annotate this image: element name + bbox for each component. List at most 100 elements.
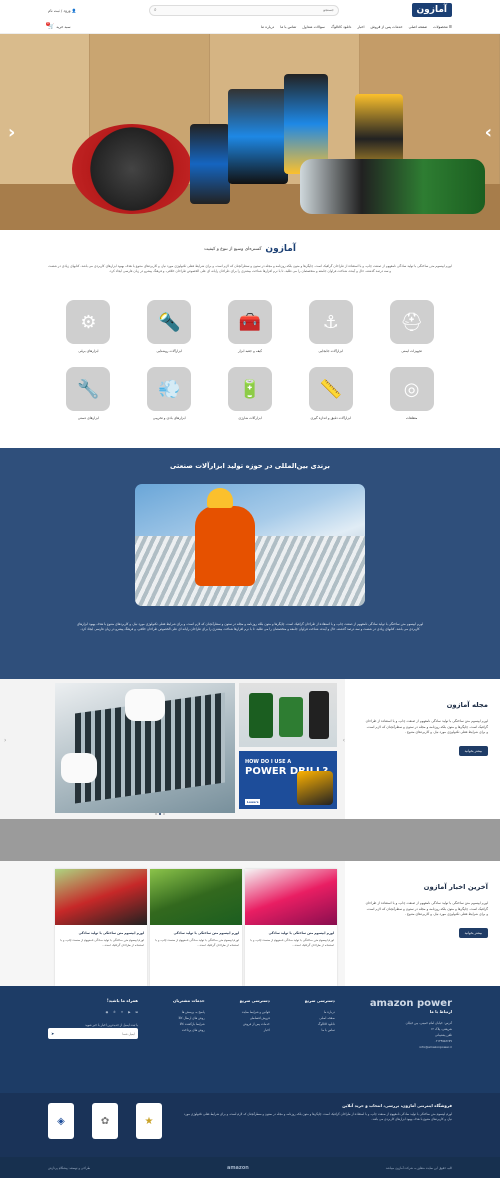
news-card[interactable]: لورم ایپسوم متن ساختگی با تولید سادگی لو…	[245, 869, 337, 987]
category-pneumatic[interactable]: 💨 ابزارهای بادی و تخریبی	[129, 367, 210, 420]
news-card-image	[150, 869, 242, 926]
saw-icon: ⚙	[66, 300, 111, 345]
news-card-body: لورم ایپسوم متن ساختگی با تولید سادگی نا…	[60, 938, 144, 947]
wrench-icon: 🔧	[66, 367, 111, 412]
social-links: ⊞ ▶ ✦ ✆ ◉	[48, 1009, 138, 1015]
spray-icon: 💨	[147, 367, 192, 412]
nav-products[interactable]: ☰ محصولات	[433, 25, 452, 29]
slider-dot-active[interactable]	[159, 813, 161, 816]
login-label: ورود / ثبت نام	[48, 7, 71, 13]
nav-home[interactable]: صفحه اصلی	[409, 25, 428, 29]
newsletter-email-input[interactable]	[65, 1031, 136, 1036]
brand-title: برندی بین‌المللی در حوزه تولید ابزارآلات…	[170, 462, 330, 471]
tool-case-slide[interactable]	[55, 683, 235, 814]
category-measuring[interactable]: 📏 ابزارآلات دقیق و اندازه گیری	[290, 367, 371, 420]
brand-text: لورم ایپسوم متن ساختگی با تولید سادگی نا…	[76, 622, 424, 632]
magazine-next-arrow[interactable]: ›	[343, 737, 345, 744]
ecommerce-union-badge[interactable]: ◈	[48, 1103, 74, 1140]
category-grid: ⛑ تجهیزات ایمنی ⚓ ابزارآلات جابجایی 🧰 کیف و…	[0, 278, 500, 430]
hero-prev-arrow[interactable]: ‹	[8, 122, 15, 143]
news-card-body: لورم ایپسوم متن ساختگی با تولید سادگی نا…	[250, 938, 334, 947]
news-card-image	[245, 869, 337, 926]
news-card-title: لورم ایپسوم متن ساختگی با تولید سادگی	[268, 931, 334, 936]
nav-after-sales[interactable]: خدمات پس از فروش	[371, 25, 403, 29]
power-drill-slide[interactable]: HOW DO I USE A POWER DRILL? Lowe's	[239, 751, 337, 810]
drill-icon: 🔋	[228, 367, 273, 412]
magazine-read-more-button[interactable]: بیشتر بخوانید	[458, 745, 488, 756]
news-card-title: لورم ایپسوم متن ساختگی با تولید سادگی	[173, 931, 239, 936]
glove-bottom	[61, 753, 97, 784]
category-cordless[interactable]: 🔋 ابزارآلات شارژی	[210, 367, 291, 420]
drill-photo	[297, 771, 333, 806]
send-icon[interactable]: ➤	[51, 1031, 54, 1037]
news-card[interactable]: لورم ایپسوم متن ساختگی با تولید سادگی لو…	[150, 869, 242, 987]
toolbox-icon: 🧰	[228, 300, 273, 345]
magazine-slider[interactable]: › HOW DO I USE A POWER DRILL? Lowe's ‹	[0, 679, 345, 820]
news-card-title: لورم ایپسوم متن ساختگی با تولید سادگی	[78, 931, 144, 936]
copyright-bar: کلیه حقوق این سایت متعلق به شرکت آمازون …	[0, 1157, 500, 1179]
disc-icon: ◎	[389, 367, 434, 412]
windows-icon[interactable]: ⊞	[136, 1009, 139, 1015]
category-lifting[interactable]: ⚓ ابزارآلات جابجایی	[290, 300, 371, 353]
enamad-badge[interactable]: ★	[136, 1103, 162, 1140]
category-hand-tools[interactable]: 🔧 ابزارهای دستی	[48, 367, 129, 420]
impact-driver	[190, 124, 230, 204]
search-box[interactable]: ⌕	[148, 4, 339, 16]
footer-logo: amazon power	[369, 998, 452, 1010]
magazine-slider-dots	[155, 813, 165, 816]
tool-shape	[309, 691, 329, 740]
samandehi-badge[interactable]: ✿	[92, 1103, 118, 1140]
power-tools-slide[interactable]	[239, 683, 337, 748]
user-icon: 👤	[71, 7, 77, 13]
footer-contact: amazon power ارتباط با ما آدرس: خیابان ا…	[369, 998, 452, 1050]
search-icon[interactable]: ⌕	[154, 7, 157, 13]
news-read-more-button[interactable]: بیشتر بخوانید	[458, 927, 488, 938]
news-card[interactable]: لورم ایپسوم متن ساختگی با تولید سادگی لو…	[55, 869, 147, 987]
footer-quick-links: دسترسی سریع درباره ما صفحه اصلی دانلود ک…	[304, 998, 335, 1033]
magazine-prev-arrow[interactable]: ‹	[4, 737, 6, 744]
designer-credit[interactable]: طراحی و توسعه: پیشگام پردازش	[48, 1166, 90, 1170]
footer-about: فروشگاه اینترنتی آمازون، بررسی، انتخاب و…	[0, 1093, 500, 1158]
youtube-icon[interactable]: ▶	[128, 1009, 130, 1015]
slider-dot[interactable]	[163, 813, 165, 816]
login-link[interactable]: 👤 ورود / ثبت نام	[48, 8, 76, 13]
reciprocating-saw	[300, 159, 485, 214]
magazine-section: مجله آمازون لورم ایپسوم متن ساختگی با تو…	[0, 679, 500, 820]
nav-news[interactable]: اخبار	[357, 25, 364, 29]
magazine-text-block: مجله آمازون لورم ایپسوم متن ساختگی با تو…	[345, 679, 500, 819]
category-lighting[interactable]: 🔦 ابزارآلات روشنایی	[129, 300, 210, 353]
cart-icon: 🛒 0	[46, 21, 55, 30]
slider-dot[interactable]	[155, 813, 157, 816]
nav-faq[interactable]: سوالات متداول	[302, 25, 325, 29]
footer-links: دسترسی سریع قوانین و شرایط سایت فروش اقس…	[239, 998, 270, 1033]
helmet-icon: ⛑	[389, 300, 434, 345]
intro-heading: آمازون گستره‌ای وسیع از تنوع و کیفیت	[48, 244, 452, 254]
main-nav: ☰ محصولات صفحه اصلی خدمات پس از فروش اخبا…	[261, 25, 452, 29]
site-logo[interactable]: آمازون	[411, 3, 452, 17]
hero-slider[interactable]: ‹ ›	[0, 34, 500, 230]
instagram-icon[interactable]: ◉	[106, 1009, 109, 1015]
cart-button[interactable]: سبد خرید 🛒 0	[46, 21, 70, 30]
worker-helmet	[207, 488, 233, 509]
footer-main: amazon power ارتباط با ما آدرس: خیابان ا…	[0, 986, 500, 1094]
twitter-icon[interactable]: ✦	[121, 1009, 124, 1015]
hero-next-arrow[interactable]: ›	[485, 122, 492, 143]
nav-contact[interactable]: تماس با ما	[280, 25, 296, 29]
category-accessories[interactable]: ◎ متعلقات	[371, 367, 452, 420]
brand-image	[135, 484, 365, 607]
tool-shape	[279, 697, 303, 738]
intro-section: آمازون گستره‌ای وسیع از تنوع و کیفیت لور…	[0, 230, 500, 278]
cart-badge: 0	[46, 21, 50, 26]
whatsapp-icon[interactable]: ✆	[113, 1009, 116, 1015]
footer-social: همراه ما باشید! ⊞ ▶ ✦ ✆ ◉ با ثبت ایمیل ا…	[48, 998, 139, 1050]
magazine-title: مجله آمازون	[446, 701, 488, 710]
footer-services: خدمات مشتریان پاسخ به پرسش ها روش های ار…	[173, 998, 205, 1033]
category-power-tools[interactable]: ⚙ ابزارهای برقی	[48, 300, 129, 353]
search-input[interactable]	[183, 8, 334, 12]
nav-catalog[interactable]: دانلود کاتالوگ	[331, 25, 351, 29]
slide-question: HOW DO I USE A	[245, 759, 292, 766]
category-toolbox[interactable]: 🧰 کیف و جعبه ابزار	[210, 300, 291, 353]
nav-about[interactable]: درباره ما	[261, 25, 274, 29]
news-card-body: لورم ایپسوم متن ساختگی با تولید سادگی نا…	[155, 938, 239, 947]
category-safety[interactable]: ⛑ تجهیزات ایمنی	[371, 300, 452, 353]
